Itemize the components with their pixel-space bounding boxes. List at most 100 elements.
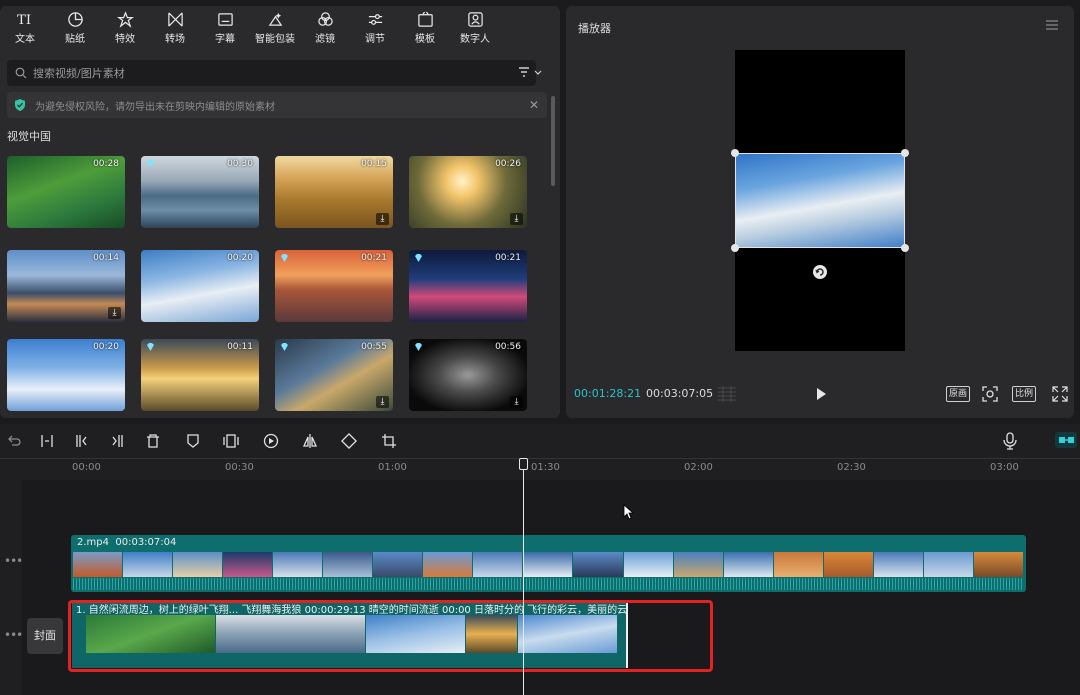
tool-digital-human[interactable]: 数字人 <box>450 6 500 50</box>
media-thumb[interactable]: 00:21 <box>409 250 527 322</box>
search-input[interactable]: 搜索视频/图片素材 <box>7 60 536 86</box>
vip-diamond-icon <box>147 160 154 168</box>
transition-icon <box>167 12 183 27</box>
tool-transition[interactable]: 转场 <box>150 6 200 50</box>
playhead-line[interactable] <box>523 460 524 695</box>
vip-diamond-icon <box>281 343 288 351</box>
original-quality-button[interactable]: 原画 <box>946 386 970 402</box>
play-icon[interactable] <box>814 387 828 401</box>
text-icon: TI <box>17 13 31 28</box>
resize-handle[interactable] <box>731 149 739 157</box>
freeze-icon[interactable] <box>223 433 239 449</box>
playhead-handle[interactable] <box>519 458 528 470</box>
tool-effects[interactable]: 特效 <box>100 6 150 50</box>
download-icon[interactable]: ⤓ <box>108 307 121 319</box>
media-scrollbar[interactable] <box>551 96 555 186</box>
zoom-fit-icon[interactable] <box>982 386 998 402</box>
media-thumb[interactable]: 00:30 <box>141 156 259 228</box>
clip-name: 2.mp4 <box>77 537 109 548</box>
timeline-panel: 00:00 00:30 01:00 01:30 02:00 02:30 03:0… <box>0 424 1080 695</box>
download-icon[interactable]: ⤓ <box>376 396 389 408</box>
player-panel: 播放器 00:01:28:21 00:03:07:05 原画 比例 <box>566 6 1074 418</box>
svg-text:TI: TI <box>17 13 31 28</box>
main-video-clip[interactable]: 2.mp4 00:03:07:04 <box>71 535 1026 592</box>
aspect-ratio-button[interactable]: 比例 <box>1012 386 1036 402</box>
digital-human-icon <box>467 12 483 27</box>
menu-icon[interactable] <box>1046 20 1058 30</box>
fullscreen-icon[interactable] <box>1052 386 1068 402</box>
time-ruler[interactable]: 00:00 00:30 01:00 01:30 02:00 02:30 03:0… <box>0 458 1080 480</box>
filter-sort-icon <box>519 67 542 77</box>
split-left-icon[interactable] <box>74 433 90 449</box>
media-duration: 00:20 <box>93 342 119 352</box>
tool-sticker[interactable]: 贴纸 <box>50 6 100 50</box>
ruler-label: 01:30 <box>531 462 560 473</box>
delete-icon[interactable] <box>145 433 161 449</box>
vip-diamond-icon <box>147 343 154 351</box>
media-thumb[interactable]: 00:21 <box>275 250 393 322</box>
shield-icon <box>15 99 25 111</box>
tool-label: 转场 <box>165 34 185 45</box>
download-icon[interactable]: ⤓ <box>510 213 523 225</box>
resize-handle[interactable] <box>901 149 909 157</box>
media-duration: 00:11 <box>227 342 253 352</box>
track-more-icon[interactable]: ••• <box>4 628 23 642</box>
microphone-icon[interactable] <box>1003 432 1017 450</box>
tool-smart-pack[interactable]: 智能包装 <box>250 6 300 50</box>
marker-icon[interactable] <box>185 433 201 449</box>
close-icon[interactable]: ✕ <box>529 98 539 112</box>
rotate-icon[interactable] <box>341 433 357 449</box>
audio-waveform <box>73 578 1024 590</box>
split-icon[interactable] <box>39 433 55 449</box>
resize-handle[interactable] <box>731 244 739 252</box>
download-icon[interactable]: ⤓ <box>510 396 523 408</box>
sticker-icon <box>67 12 83 27</box>
media-duration: 00:21 <box>495 253 521 263</box>
media-thumb[interactable]: 00:56 ⤓ <box>409 339 527 411</box>
split-right-icon[interactable] <box>109 433 125 449</box>
reverse-icon[interactable] <box>263 433 279 449</box>
undo-icon[interactable] <box>6 433 22 449</box>
crop-icon[interactable] <box>381 433 397 449</box>
grid-view-icon[interactable] <box>716 386 738 402</box>
cover-button[interactable]: 封面 <box>27 618 63 654</box>
media-duration: 00:14 <box>93 253 119 263</box>
link-toggle-icon[interactable] <box>1055 432 1077 448</box>
resize-handle[interactable] <box>901 244 909 252</box>
selected-image[interactable] <box>735 153 905 248</box>
vip-diamond-icon <box>415 343 422 351</box>
player-title: 播放器 <box>578 22 611 35</box>
tool-adjust[interactable]: 调节 <box>350 6 400 50</box>
current-time: 00:01:28:21 <box>574 387 642 400</box>
media-thumb[interactable]: 00:55 ⤓ <box>275 339 393 411</box>
media-duration: 00:20 <box>227 253 253 263</box>
media-thumb[interactable]: 00:20 <box>7 339 125 411</box>
tool-filter[interactable]: 滤镜 <box>300 6 350 50</box>
tool-label: 字幕 <box>215 34 235 45</box>
media-thumb[interactable]: 00:11 <box>141 339 259 411</box>
mirror-icon[interactable] <box>302 433 318 449</box>
ruler-label: 00:00 <box>72 462 101 473</box>
media-thumb[interactable]: 00:26 ⤓ <box>409 156 527 228</box>
filter-icon <box>317 12 333 26</box>
media-thumb[interactable]: 00:14 ⤓ <box>7 250 125 322</box>
rotate-icon[interactable] <box>812 264 828 280</box>
subtitle-icon <box>217 13 233 26</box>
tool-label: 调节 <box>365 34 385 45</box>
tool-text[interactable]: TI 文本 <box>0 6 50 50</box>
section-title: 视觉中国 <box>7 130 51 143</box>
track-more-icon[interactable]: ••• <box>4 554 23 568</box>
media-duration: 00:30 <box>227 159 253 169</box>
download-icon[interactable]: ⤓ <box>376 213 389 225</box>
media-thumb[interactable]: 00:28 <box>7 156 125 228</box>
tool-template[interactable]: 模板 <box>400 6 450 50</box>
tool-label: 数字人 <box>460 34 490 45</box>
media-thumb[interactable]: 00:20 <box>141 250 259 322</box>
notice-text: 为避免侵权风险，请勿导出未在剪映内编辑的原始素材 <box>35 101 275 113</box>
tool-subtitle[interactable]: 字幕 <box>200 6 250 50</box>
media-duration: 00:55 <box>361 342 387 352</box>
media-panel: TI 文本 贴纸 特效 转场 字幕 智能包装 滤镜 调节 模板 数字人 搜索视频… <box>0 6 560 418</box>
tool-label: 特效 <box>115 34 135 45</box>
media-thumb[interactable]: 00:15 ⤓ <box>275 156 393 228</box>
filter-sort-button[interactable] <box>517 64 547 82</box>
